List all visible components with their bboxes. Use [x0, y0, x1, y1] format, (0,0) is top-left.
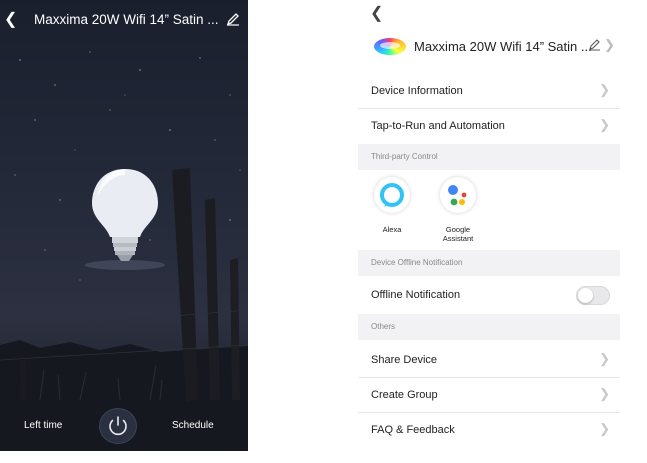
row-label: Offline Notification [371, 289, 461, 301]
offline-notification-row: Offline Notification [358, 278, 620, 312]
tap-to-run-row[interactable]: Tap-to-Run and Automation ❯ [358, 109, 620, 143]
pencil-icon[interactable] [226, 12, 240, 26]
rgb-light-icon [374, 38, 406, 55]
share-device-row[interactable]: Share Device ❯ [358, 343, 620, 377]
section-label: Third-party Control [371, 152, 438, 161]
device-information-row[interactable]: Device Information ❯ [358, 74, 620, 108]
light-bulb-icon [85, 169, 165, 270]
section-label: Device Offline Notification [371, 258, 463, 267]
google-label-line1: Google [445, 225, 471, 234]
section-header-others: Others [358, 314, 620, 340]
offline-notification-toggle[interactable] [576, 286, 610, 305]
alexa-label: Alexa [382, 225, 402, 234]
chevron-left-icon[interactable]: ❮ [370, 3, 383, 23]
chevron-right-icon: ❯ [604, 37, 615, 52]
device-header-row[interactable]: Maxxima 20W Wifi 14” Satin ... ❯ [358, 30, 620, 64]
section-header-third-party: Third-party Control [358, 144, 620, 170]
toggle-knob [578, 288, 593, 303]
google-assistant-icon [440, 177, 476, 213]
power-icon [109, 416, 127, 436]
google-label-line2: Assistant [442, 234, 474, 243]
create-group-row[interactable]: Create Group ❯ [358, 378, 620, 412]
section-header-offline: Device Offline Notification [358, 250, 620, 276]
chevron-right-icon: ❯ [599, 351, 610, 366]
light-control-screen: ❮ Maxxima 20W Wifi 14” Satin ... Left ti… [0, 0, 248, 451]
faq-feedback-row[interactable]: FAQ & Feedback ❯ [358, 413, 620, 447]
row-label: Tap-to-Run and Automation [371, 120, 505, 132]
alexa-tile[interactable]: Alexa [374, 177, 410, 234]
chevron-right-icon: ❯ [599, 117, 610, 132]
chevron-left-icon[interactable]: ❮ [4, 9, 17, 29]
row-label: Share Device [371, 354, 438, 366]
top-bar: ❮ Maxxima 20W Wifi 14” Satin ... [0, 0, 248, 40]
alexa-icon [374, 177, 410, 213]
power-button[interactable] [99, 408, 137, 444]
row-label: FAQ & Feedback [371, 424, 455, 436]
schedule-button[interactable]: Schedule [172, 420, 214, 431]
device-name: Maxxima 20W Wifi 14” Satin ... [414, 39, 592, 54]
row-label: Device Information [371, 85, 463, 97]
section-label: Others [371, 322, 396, 331]
pencil-icon[interactable] [588, 38, 601, 51]
left-time-button[interactable]: Left time [24, 420, 62, 431]
device-title: Maxxima 20W Wifi 14” Satin ... [34, 12, 219, 27]
chevron-right-icon: ❯ [599, 82, 610, 97]
chevron-right-icon: ❯ [599, 421, 610, 436]
chevron-right-icon: ❯ [599, 386, 610, 401]
google-assistant-tile[interactable]: Google Assistant [440, 177, 476, 243]
device-settings-screen: ❮ Maxxima 20W Wifi 14” Satin ... ❯ Devic… [358, 0, 620, 463]
row-label: Create Group [371, 389, 438, 401]
google-assistant-label: Google Assistant [428, 225, 488, 243]
